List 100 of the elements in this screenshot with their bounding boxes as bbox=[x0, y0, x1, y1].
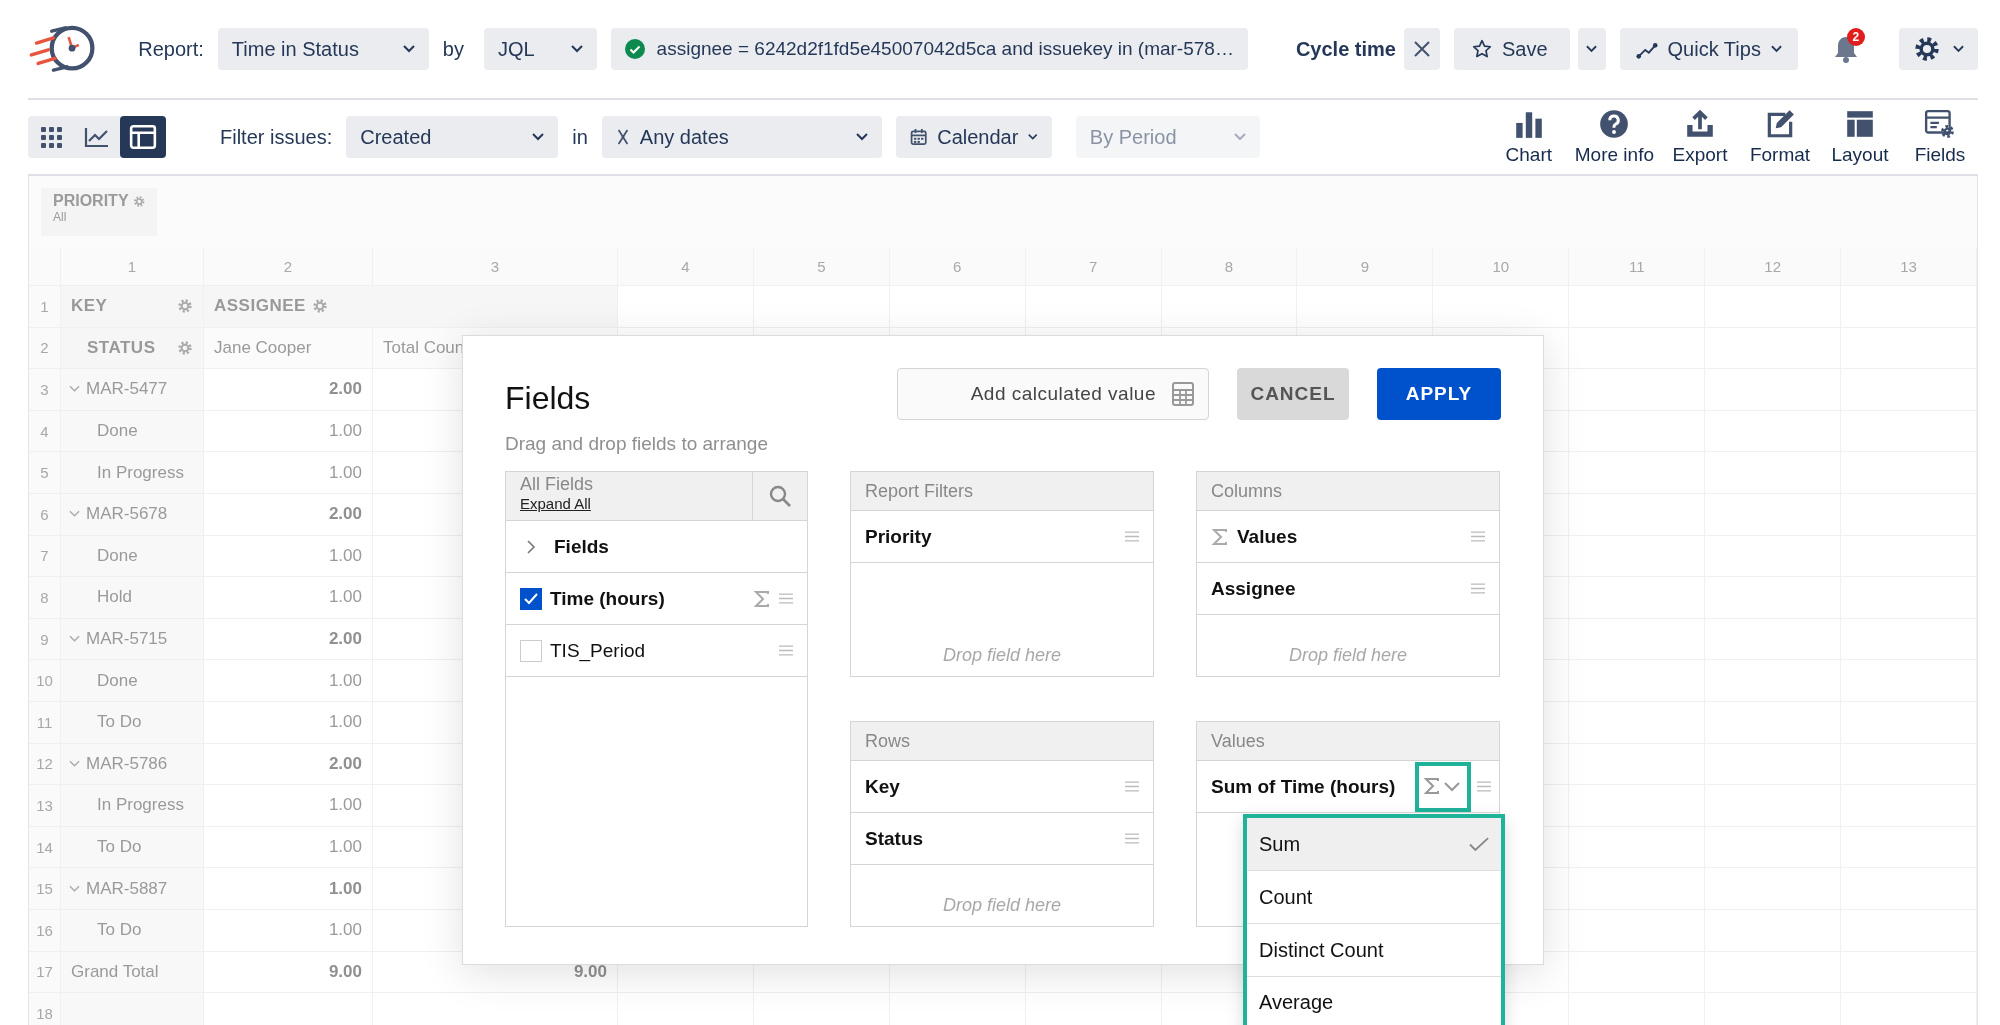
drag-handle-icon[interactable] bbox=[1125, 531, 1139, 542]
column-number: 9 bbox=[1297, 248, 1434, 286]
info-action-button[interactable]: More info bbox=[1570, 108, 1658, 166]
table-header-cell: STATUS bbox=[61, 327, 204, 370]
row-number: 7 bbox=[29, 535, 61, 578]
menu-option[interactable]: Count bbox=[1247, 871, 1501, 924]
dates-select[interactable]: Any dates bbox=[601, 116, 882, 158]
drop-hint: Drop field here bbox=[942, 895, 1062, 916]
column-number: 10 bbox=[1433, 248, 1570, 286]
chevron-down-icon[interactable] bbox=[69, 884, 80, 893]
column-number: 7 bbox=[1025, 248, 1162, 286]
fields-action-button[interactable]: Fields bbox=[1902, 108, 1978, 166]
row-number: 16 bbox=[29, 909, 61, 952]
table-cell: 1.00 bbox=[204, 785, 373, 827]
star-icon bbox=[1471, 39, 1492, 59]
field-item[interactable]: Priority bbox=[851, 511, 1153, 563]
row-number: 10 bbox=[29, 660, 61, 702]
field-item[interactable]: Key bbox=[851, 761, 1153, 813]
drag-handle-icon[interactable] bbox=[1471, 583, 1485, 594]
add-calculated-value-button[interactable]: Add calculated value bbox=[897, 368, 1209, 420]
gear-icon[interactable] bbox=[177, 339, 193, 356]
table-header-cell: Jane Cooper bbox=[204, 327, 373, 370]
quick-tips-button[interactable]: Quick Tips bbox=[1619, 28, 1798, 70]
close-button[interactable] bbox=[1403, 28, 1440, 70]
panel-title: All Fields bbox=[520, 474, 595, 495]
report-select[interactable]: Time in Status bbox=[217, 28, 429, 70]
chevron-down-icon bbox=[1028, 133, 1038, 141]
row-number: 2 bbox=[29, 327, 61, 370]
save-button[interactable]: Save bbox=[1453, 28, 1570, 70]
field-item[interactable]: Assignee bbox=[1197, 563, 1499, 615]
menu-option[interactable]: Average bbox=[1247, 977, 1501, 1025]
checkbox[interactable] bbox=[520, 587, 542, 610]
chevron-down-icon bbox=[532, 133, 545, 141]
table-header-cell: ASSIGNEE bbox=[204, 286, 618, 328]
chevron-down-icon[interactable] bbox=[69, 510, 80, 519]
expand-caret-icon[interactable] bbox=[526, 539, 536, 554]
column-number: 4 bbox=[618, 248, 754, 286]
calendar-icon bbox=[909, 126, 928, 148]
panel-title: Report Filters bbox=[865, 480, 974, 502]
drag-handle-icon[interactable] bbox=[1471, 531, 1485, 542]
filter-select[interactable]: Created bbox=[346, 116, 559, 158]
notification-badge: 2 bbox=[1846, 28, 1865, 46]
menu-option[interactable]: Distinct Count bbox=[1247, 924, 1501, 977]
field-item[interactable]: TIS_Period bbox=[506, 625, 807, 677]
gear-icon[interactable] bbox=[177, 298, 193, 315]
drag-handle-icon[interactable] bbox=[1125, 833, 1139, 844]
by-select[interactable]: JQL bbox=[483, 28, 597, 70]
drag-handle-icon[interactable] bbox=[779, 645, 793, 656]
row-number: 12 bbox=[29, 743, 61, 786]
chevron-down-icon[interactable] bbox=[69, 385, 80, 394]
row-number: 18 bbox=[29, 993, 61, 1025]
drag-handle-icon[interactable] bbox=[1477, 781, 1491, 792]
drop-hint: Drop field here bbox=[942, 645, 1062, 666]
menu-option[interactable]: Sum bbox=[1247, 818, 1501, 871]
chevron-down-icon bbox=[1233, 133, 1246, 141]
aggregation-menu-button[interactable] bbox=[1415, 761, 1471, 812]
layout-action-button[interactable]: Layout bbox=[1822, 108, 1898, 166]
field-item[interactable]: Status bbox=[851, 813, 1153, 865]
table-cell: 1.00 bbox=[204, 701, 373, 744]
table-cell: 2.00 bbox=[204, 493, 373, 536]
field-item[interactable]: Sum of Time (hours) bbox=[1197, 761, 1499, 813]
table-cell: In Progress bbox=[61, 452, 204, 494]
chevron-down-icon[interactable] bbox=[69, 759, 80, 768]
table-cell: To Do bbox=[61, 909, 204, 952]
settings-icon bbox=[1913, 35, 1941, 63]
table-cell: MAR-5477 bbox=[61, 369, 204, 411]
chevron-down-icon[interactable] bbox=[69, 635, 80, 644]
chevron-down-icon bbox=[1586, 45, 1598, 53]
panel-title: Rows bbox=[865, 730, 910, 752]
format-action-button[interactable]: Format bbox=[1742, 108, 1818, 166]
save-menu-button[interactable] bbox=[1577, 28, 1606, 70]
table-cell: 1.00 bbox=[204, 868, 373, 910]
table-icon bbox=[129, 124, 157, 150]
export-action-button[interactable]: Export bbox=[1662, 108, 1738, 166]
drag-handle-icon[interactable] bbox=[779, 593, 793, 604]
dialog-subtitle: Drag and drop fields to arrange bbox=[505, 433, 768, 455]
by-label: by bbox=[442, 37, 464, 61]
apply-button[interactable]: APPLY bbox=[1377, 368, 1501, 420]
expand-all-link[interactable]: Expand All bbox=[520, 495, 591, 512]
field-item[interactable]: Values bbox=[1197, 511, 1499, 563]
chevron-down-icon bbox=[1953, 45, 1964, 53]
calendar-select[interactable]: Calendar bbox=[895, 116, 1052, 158]
row-number: 15 bbox=[29, 868, 61, 910]
row-number: 13 bbox=[29, 785, 61, 827]
table-cell: MAR-5786 bbox=[61, 743, 204, 786]
query-field[interactable]: assignee = 6242d2f1fd5e45007042d5ca and issuekey in (mar-578… bbox=[610, 28, 1248, 70]
settings-button[interactable] bbox=[1899, 28, 1978, 70]
table-cell: 9.00 bbox=[204, 951, 373, 994]
table-cell: 1.00 bbox=[204, 410, 373, 453]
chart-action-button[interactable]: Chart bbox=[1490, 108, 1567, 166]
help-icon bbox=[1598, 108, 1631, 140]
cross-icon bbox=[615, 128, 630, 146]
gear-icon[interactable] bbox=[311, 298, 328, 315]
column-number: 6 bbox=[889, 248, 1026, 286]
table-view-button[interactable] bbox=[120, 116, 166, 158]
export-icon bbox=[1684, 108, 1716, 140]
drag-handle-icon[interactable] bbox=[1125, 781, 1139, 792]
cancel-button[interactable]: CANCEL bbox=[1237, 368, 1349, 420]
field-item[interactable]: Time (hours) bbox=[506, 573, 807, 625]
field-group[interactable]: Fields bbox=[506, 521, 807, 573]
